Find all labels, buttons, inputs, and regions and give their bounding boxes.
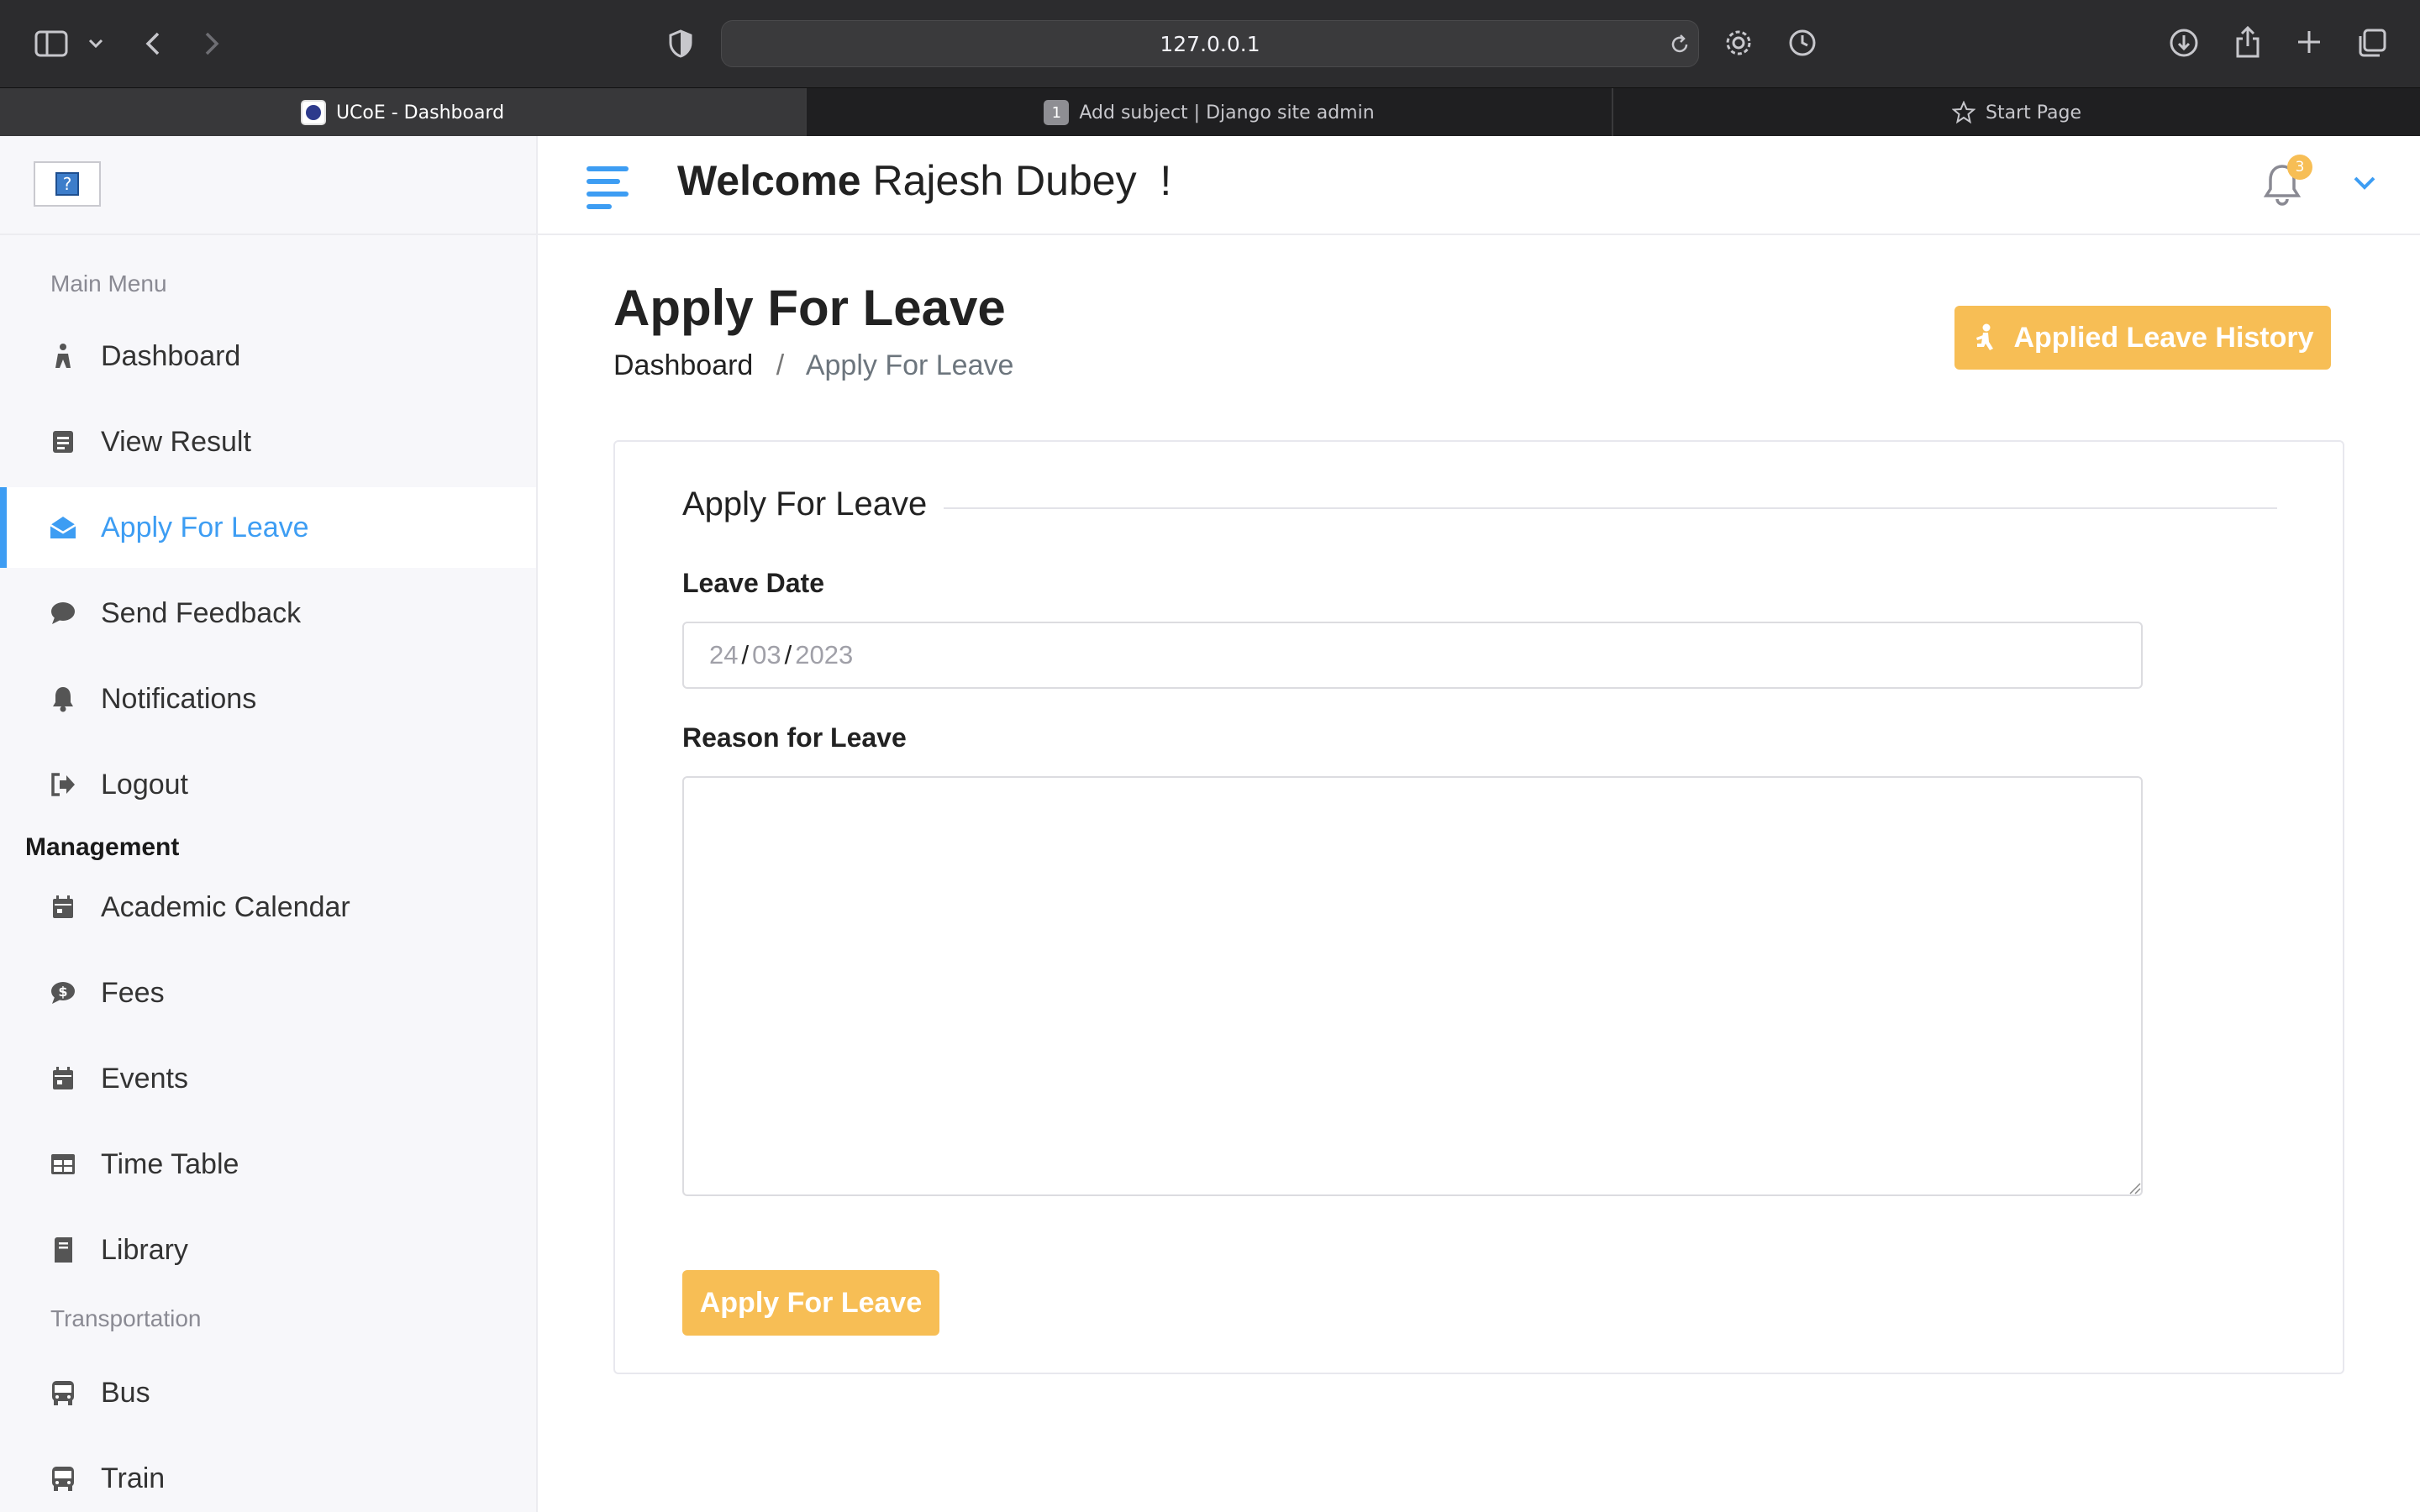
url-text[interactable]: 127.0.0.1 [722, 21, 1698, 68]
new-tab-plus-icon[interactable] [2292, 25, 2326, 59]
address-bar[interactable]: 127.0.0.1 [721, 20, 1699, 67]
star-icon [1952, 101, 1975, 124]
tab-ucoe-dashboard[interactable]: UCoE - Dashboard [0, 88, 805, 137]
reload-icon[interactable] [1666, 31, 1693, 58]
sidebar-item-label: Events [101, 1062, 188, 1095]
welcome-message: Welcome Rajesh Dubey ! [677, 156, 1171, 205]
sidebar-item-bus[interactable]: Bus [0, 1352, 536, 1433]
date-month[interactable]: 03 [752, 640, 781, 670]
tab-label: UCoE - Dashboard [335, 102, 505, 123]
breadcrumb: Dashboard / Apply For Leave [613, 349, 1013, 382]
main-menu-heading: Main Menu [50, 270, 167, 297]
menu-toggle-icon[interactable] [587, 166, 629, 209]
sidebar-item-label: View Result [101, 425, 251, 458]
leave-form-card: Apply For Leave Leave Date 24 / 03 / 202… [613, 440, 2344, 1374]
sidebar-item-label: Fees [101, 976, 165, 1009]
sidebar-item-label: Logout [101, 768, 188, 801]
management-heading: Management [25, 833, 180, 861]
date-separator: / [741, 640, 750, 669]
person-icon [1971, 323, 1996, 352]
transportation-heading: Transportation [50, 1305, 202, 1331]
ucoe-favicon-icon [300, 100, 326, 125]
back-icon[interactable] [139, 25, 166, 62]
sidebar-item-events[interactable]: Events [0, 1038, 536, 1119]
calendar-icon [49, 893, 77, 921]
sidebar-item-dashboard[interactable]: Dashboard [0, 316, 536, 396]
chevron-down-icon[interactable] [84, 32, 108, 55]
reason-textarea[interactable] [682, 776, 2143, 1196]
breadcrumb-separator: / [776, 349, 785, 381]
calendar-icon [49, 1064, 77, 1093]
sidebar-item-logout[interactable]: Logout [0, 744, 536, 825]
leave-date-input[interactable]: 24 / 03 / 2023 [682, 622, 2143, 689]
textarea-resize-handle-icon[interactable] [2128, 1181, 2143, 1196]
form-legend: Apply For Leave [682, 486, 944, 523]
shield-icon[interactable] [664, 27, 697, 60]
train-icon [49, 1464, 77, 1493]
logo-broken-image-icon[interactable]: ? [34, 161, 101, 207]
sidebar-item-view-result[interactable]: View Result [0, 402, 536, 482]
sidebar-item-apply-for-leave[interactable]: Apply For Leave [0, 487, 536, 568]
forward-icon[interactable] [198, 25, 225, 62]
comment-icon [49, 599, 77, 627]
tab-start-page[interactable]: Start Page [1612, 88, 2420, 137]
sidebar-item-notifications[interactable]: Notifications [0, 659, 536, 739]
history-button-label: Applied Leave History [2013, 321, 2314, 354]
tab-number-badge: 1 [1044, 100, 1070, 125]
sidebar-item-time-table[interactable]: Time Table [0, 1124, 536, 1205]
sidebar-item-label: Notifications [101, 682, 257, 715]
browser-toolbar: 127.0.0.1 [0, 0, 2420, 87]
sidebar-item-label: Bus [101, 1376, 150, 1409]
user-name: Rajesh Dubey ! [872, 157, 1172, 204]
share-icon[interactable] [2230, 22, 2265, 62]
tab-bar: UCoE - Dashboard 1 Add subject | Django … [0, 87, 2420, 137]
envelope-open-icon [49, 513, 77, 542]
logout-icon [49, 770, 77, 799]
dashboard-icon [49, 342, 77, 370]
notification-count-badge: 3 [2287, 155, 2312, 180]
bus-icon [49, 1378, 77, 1407]
history-clock-icon[interactable] [1785, 25, 1820, 60]
sidebar-item-fees[interactable]: $ Fees [0, 953, 536, 1033]
tab-label: Add subject | Django site admin [1079, 102, 1375, 123]
sidebar-item-train[interactable]: Train [0, 1438, 536, 1512]
sidebar-item-label: Time Table [101, 1147, 239, 1180]
book-icon [49, 1236, 77, 1264]
page-title: Apply For Leave [613, 280, 1006, 336]
table-icon [49, 1150, 77, 1179]
apply-for-leave-submit-button[interactable]: Apply For Leave [682, 1270, 939, 1336]
reason-label: Reason for Leave [682, 722, 907, 753]
sidebar-item-label: Dashboard [101, 339, 241, 372]
svg-text:$: $ [58, 984, 67, 1000]
date-separator: / [784, 640, 792, 669]
sidebar-item-academic-calendar[interactable]: Academic Calendar [0, 867, 536, 948]
sidebar-item-library[interactable]: Library [0, 1210, 536, 1290]
breadcrumb-dashboard-link[interactable]: Dashboard [613, 349, 753, 381]
sidebar-item-send-feedback[interactable]: Send Feedback [0, 573, 536, 654]
welcome-label: Welcome [677, 157, 861, 204]
sidebar: ? Main Menu Dashboard View Result Apply … [0, 136, 538, 1512]
result-icon [49, 428, 77, 456]
tab-label: Start Page [1986, 102, 2081, 123]
tab-django-admin[interactable]: 1 Add subject | Django site admin [805, 88, 1612, 137]
date-day[interactable]: 24 [709, 640, 738, 670]
applied-leave-history-button[interactable]: Applied Leave History [1954, 306, 2331, 370]
leave-date-label: Leave Date [682, 568, 824, 598]
sidebar-item-label: Library [101, 1233, 188, 1266]
breadcrumb-current: Apply For Leave [805, 349, 1014, 381]
bell-icon [49, 685, 77, 713]
sidebar-item-label: Train [101, 1462, 166, 1494]
sidebar-item-label: Academic Calendar [101, 890, 350, 923]
sidebar-toggle-icon[interactable] [32, 27, 71, 60]
settings-gear-icon[interactable] [1721, 25, 1756, 60]
download-icon[interactable] [2166, 25, 2202, 60]
user-menu-chevron-icon[interactable] [2353, 175, 2383, 200]
dollar-icon: $ [49, 979, 77, 1007]
logo-area: ? [0, 136, 536, 235]
top-header: Welcome Rajesh Dubey ! 3 [538, 136, 2420, 235]
date-year[interactable]: 2023 [795, 640, 853, 670]
tab-overview-icon[interactable] [2354, 25, 2390, 60]
sidebar-item-label: Send Feedback [101, 596, 302, 629]
sidebar-item-label: Apply For Leave [101, 511, 309, 543]
